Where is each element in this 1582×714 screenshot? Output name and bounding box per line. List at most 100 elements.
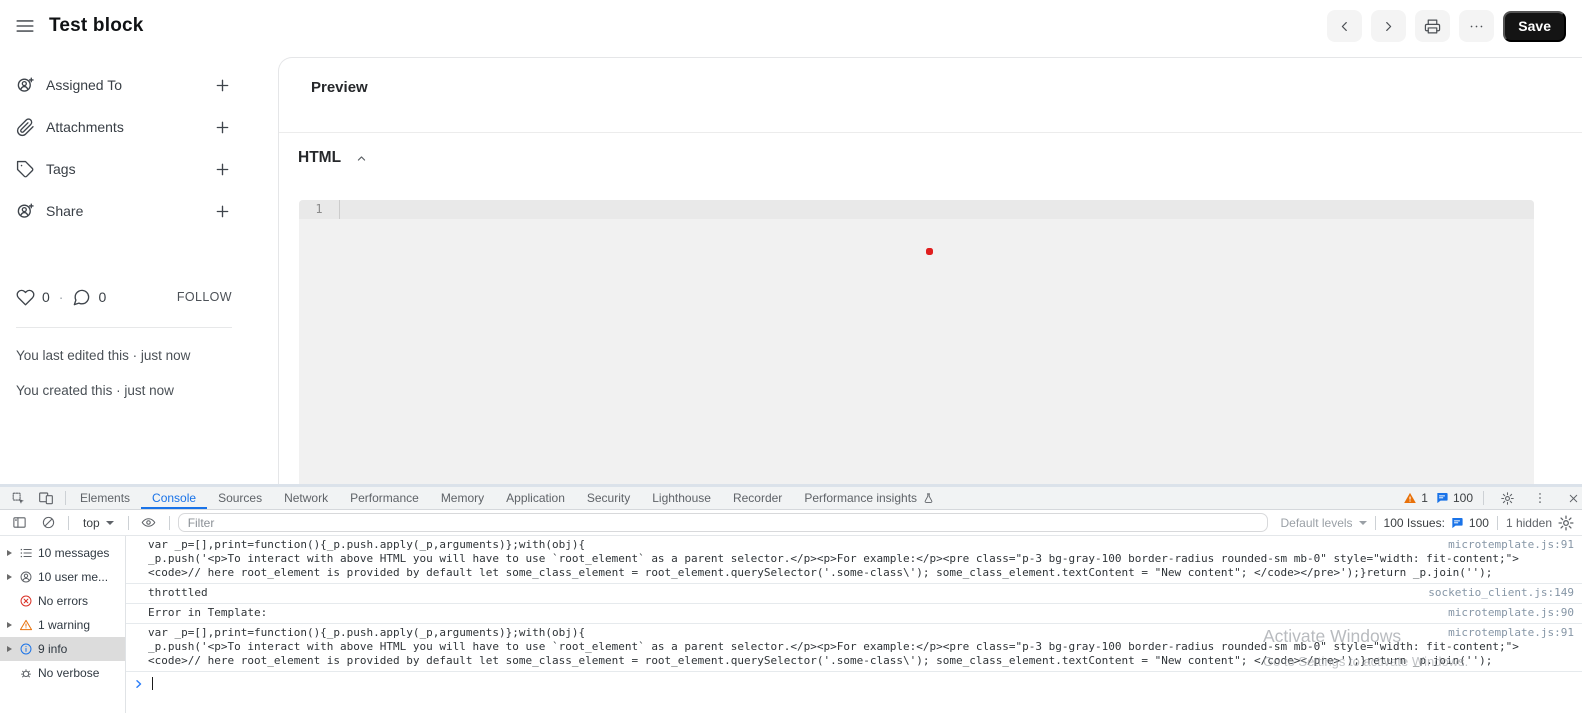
console-source-link[interactable]: microtemplate.js:91 (1444, 538, 1574, 552)
warnings-badge[interactable]: 1 (1403, 491, 1428, 505)
error-circle-icon (19, 594, 33, 608)
caret-box (5, 574, 14, 580)
console-filter-no-verbose[interactable]: No verbose (0, 661, 125, 685)
live-expression-eye-icon[interactable] (137, 513, 161, 533)
user-plus-icon (16, 202, 35, 221)
sidebar-item-label: Share (46, 203, 84, 219)
sidebar-item-attachments[interactable]: Attachments (16, 106, 232, 148)
console-filter-no-errors[interactable]: No errors (0, 589, 125, 613)
expand-caret-icon[interactable] (7, 574, 12, 580)
chevron-up-icon[interactable] (354, 151, 369, 166)
warning-tri-icon (19, 618, 33, 632)
settings-gear-icon[interactable] (1494, 488, 1520, 508)
issues-bubble-icon (1450, 516, 1464, 530)
toolbar-separator-3 (168, 515, 170, 530)
editor-active-line: 1 (299, 200, 1534, 219)
add-plus-icon[interactable] (213, 202, 232, 221)
tab-sources[interactable]: Sources (207, 487, 273, 509)
devtools-left-icons (5, 487, 62, 509)
tab-label: Security (586, 491, 631, 505)
console-source-link[interactable]: microtemplate.js:91 (1444, 626, 1574, 640)
likes-count: 0 (42, 289, 50, 305)
clear-console-icon[interactable] (36, 513, 60, 533)
console-filter-1-warning[interactable]: 1 warning (0, 613, 125, 637)
tab-label: Lighthouse (652, 491, 711, 505)
hidden-messages-label[interactable]: 1 hidden (1506, 516, 1552, 530)
toolbar-separator-5 (1496, 515, 1498, 530)
tab-recorder[interactable]: Recorder (722, 487, 793, 509)
sidebar-item-share[interactable]: Share (16, 190, 232, 232)
console-filter-label: 10 user me... (38, 570, 109, 584)
console-source-link[interactable]: socketio_client.js:149 (1424, 586, 1574, 600)
inspect-element-icon[interactable] (5, 488, 31, 508)
chevron-right-icon (1380, 18, 1397, 35)
caret-box (5, 550, 14, 556)
devtools-tabbar: Elements Console Sources Network Performance… (0, 487, 1582, 510)
html-code-editor[interactable]: 1 (299, 200, 1534, 484)
console-filter-input[interactable] (177, 513, 1268, 532)
comment-icon[interactable] (72, 288, 91, 307)
expand-caret-icon[interactable] (7, 550, 12, 556)
add-plus-icon[interactable] (213, 118, 232, 137)
tab-security[interactable]: Security (576, 487, 641, 509)
toolbar-separator-2 (127, 515, 129, 530)
console-filter-label: No verbose (38, 666, 100, 680)
kebab-menu-icon[interactable] (1527, 488, 1553, 508)
chevron-down-icon (1358, 520, 1367, 525)
tab-application[interactable]: Application (495, 487, 576, 509)
log-levels-select[interactable]: Default levels (1281, 516, 1367, 530)
console-filter-10-messages[interactable]: 10 messages (0, 541, 125, 565)
text-cursor (152, 677, 153, 690)
console-filter-10-user-me-[interactable]: 10 user me... (0, 565, 125, 589)
add-plus-icon[interactable] (213, 160, 232, 179)
preview-title: Preview (311, 79, 368, 96)
hamburger-menu-icon[interactable] (14, 15, 36, 37)
tab-performance[interactable]: Performance (339, 487, 430, 509)
html-section-header: HTML (279, 133, 1582, 200)
expand-caret-icon[interactable] (7, 646, 12, 652)
main-panel: Preview HTML 1 (278, 57, 1582, 484)
tab-lighthouse[interactable]: Lighthouse (641, 487, 722, 509)
console-sidebar-toggle-icon[interactable] (7, 513, 31, 533)
tab-label: Recorder (732, 491, 783, 505)
tab-memory[interactable]: Memory (430, 487, 495, 509)
console-filter-9-info[interactable]: 9 info (0, 637, 125, 661)
follow-button[interactable]: FOLLOW (177, 290, 232, 304)
console-log-line: _p.push('<p>To interact with above HTML … (148, 552, 1519, 565)
console-settings-gear-icon[interactable] (1557, 514, 1575, 532)
tab-console[interactable]: Console (141, 487, 207, 509)
console-prompt[interactable] (126, 672, 1582, 690)
last-edited-text: You last edited this · just now (16, 348, 191, 363)
editor-line-number: 1 (315, 202, 323, 216)
chevron-right-button[interactable] (1371, 10, 1407, 42)
device-toolbar-icon[interactable] (33, 488, 59, 508)
save-button[interactable]: Save (1503, 10, 1566, 42)
console-log-entry: var _p=[],print=function(){_p.push.apply… (126, 624, 1582, 672)
tab-label: Performance (350, 491, 419, 505)
printer-button[interactable] (1415, 10, 1451, 42)
console-log-line: Error in Template: (148, 606, 268, 619)
ellipsis-button[interactable] (1459, 10, 1495, 42)
sidebar-item-tags[interactable]: Tags (16, 148, 232, 190)
heart-icon[interactable] (16, 288, 35, 307)
tab-performance-insights[interactable]: Performance insights (793, 487, 946, 509)
console-filter-label: 1 warning (38, 618, 91, 632)
tab-network[interactable]: Network (273, 487, 339, 509)
comments-count: 0 (98, 289, 107, 305)
chevron-left-button[interactable] (1327, 10, 1363, 42)
console-log-entry: Error in Template: microtemplate.js:90 (126, 604, 1582, 624)
tab-label: Performance insights (804, 491, 918, 505)
close-devtools-icon[interactable] (1560, 488, 1582, 508)
sidebar-section-list: Assigned To Attachments Tags Share (16, 64, 232, 232)
sidebar-item-assigned-to[interactable]: Assigned To (16, 64, 232, 106)
execution-context-select[interactable]: top (77, 516, 120, 530)
printer-icon (1424, 18, 1441, 35)
console-log-line: throttled (148, 586, 208, 599)
add-plus-icon[interactable] (213, 76, 232, 95)
tab-elements[interactable]: Elements (69, 487, 141, 509)
console-filter-label: 10 messages (38, 546, 110, 560)
messages-badge[interactable]: 100 (1435, 491, 1473, 505)
expand-caret-icon[interactable] (7, 622, 12, 628)
console-source-link[interactable]: microtemplate.js:90 (1444, 606, 1574, 620)
issues-counter[interactable]: 100 Issues: 100 (1384, 516, 1489, 530)
